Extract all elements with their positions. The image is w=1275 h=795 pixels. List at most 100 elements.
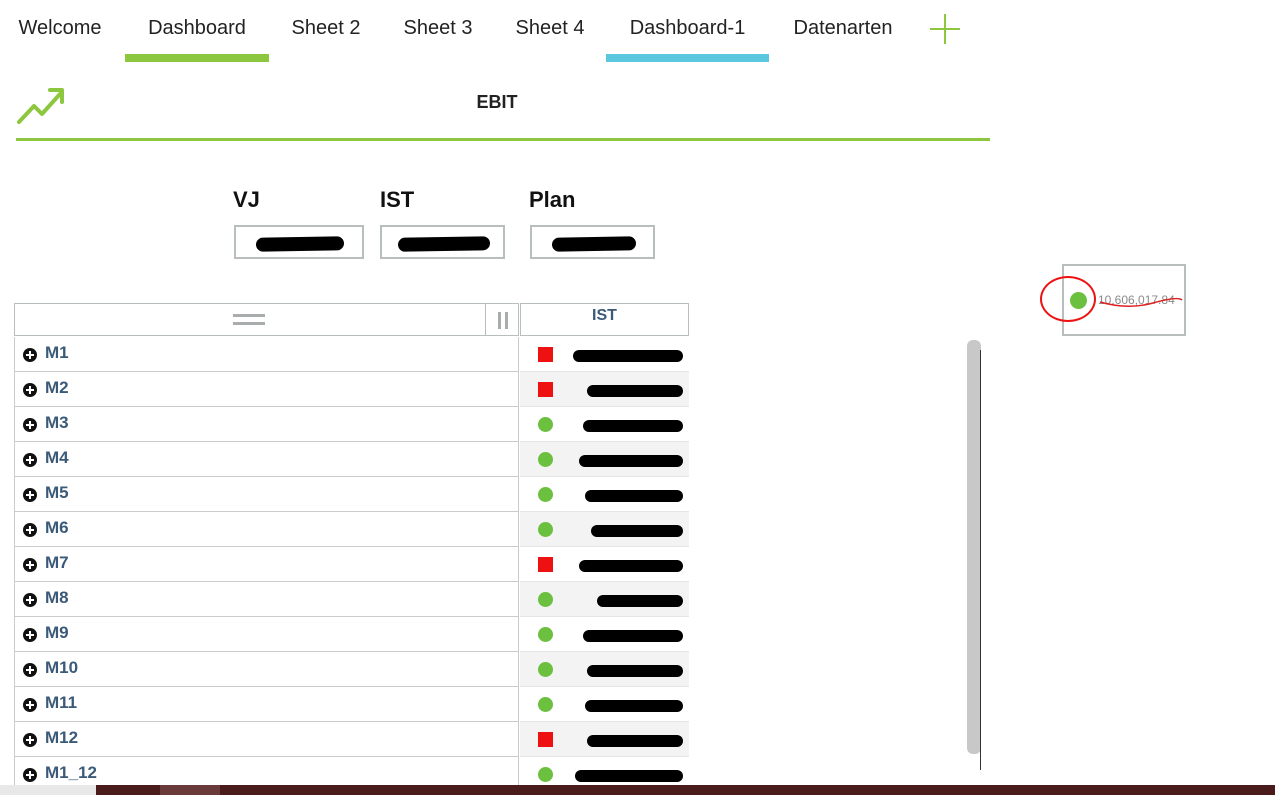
table-row[interactable]: M1 [14, 337, 690, 372]
kpi-plan-label: Plan [529, 187, 576, 212]
expand-icon[interactable] [23, 418, 37, 432]
annotation-circle [1040, 276, 1096, 322]
row-label-cell: M3 [14, 407, 519, 442]
row-label[interactable]: M11 [45, 693, 77, 713]
expand-icon[interactable] [23, 733, 37, 747]
table-row[interactable]: M2 [14, 372, 690, 407]
ist-value-cell [520, 722, 689, 757]
redaction-mark [585, 490, 683, 502]
tab-sheet-2[interactable]: Sheet 2 [286, 14, 366, 62]
expand-icon[interactable] [23, 453, 37, 467]
expand-icon[interactable] [23, 663, 37, 677]
status-green-icon [538, 767, 553, 782]
row-label[interactable]: M1_12 [45, 763, 97, 783]
kpi-plan-value [530, 225, 655, 259]
status-green-icon [538, 522, 553, 537]
active-tab-indicator [125, 54, 269, 62]
expand-icon[interactable] [23, 768, 37, 782]
row-label[interactable]: M4 [45, 448, 69, 468]
redaction-mark [591, 525, 683, 537]
row-label[interactable]: M10 [45, 658, 78, 678]
row-label[interactable]: M1 [45, 343, 69, 363]
strike-mark [1099, 297, 1183, 307]
row-label[interactable]: M3 [45, 413, 69, 433]
redaction-mark [587, 665, 683, 677]
tab-welcome[interactable]: Welcome [14, 14, 106, 62]
ist-value-cell [520, 407, 689, 442]
status-green-icon [538, 487, 553, 502]
status-green-icon [538, 697, 553, 712]
row-label[interactable]: M9 [45, 623, 69, 643]
table-row[interactable]: M9 [14, 617, 690, 652]
row-label[interactable]: M5 [45, 483, 69, 503]
ist-value-cell [520, 442, 689, 477]
table-row[interactable]: M12 [14, 722, 690, 757]
row-label[interactable]: M6 [45, 518, 69, 538]
ist-value-cell [520, 582, 689, 617]
expand-icon[interactable] [23, 628, 37, 642]
expand-icon[interactable] [23, 698, 37, 712]
redaction-mark [587, 735, 683, 747]
ist-value-cell [520, 337, 689, 372]
tab-datenarten[interactable]: Datenarten [786, 14, 900, 62]
row-label-cell: M5 [14, 477, 519, 512]
vertical-scrollbar[interactable] [967, 340, 981, 754]
kpi-vj-value [234, 225, 364, 259]
tab-sheet-3[interactable]: Sheet 3 [398, 14, 478, 62]
tab-label: Sheet 3 [403, 17, 473, 39]
ist-value-cell [520, 617, 689, 652]
tab-label: Welcome [18, 17, 102, 39]
page-title: EBIT [476, 92, 518, 112]
bottom-taskbar [0, 785, 1275, 795]
expand-icon[interactable] [23, 488, 37, 502]
tab-bar: Welcome Dashboard Sheet 2 Sheet 3 Sheet … [0, 0, 1000, 62]
tab-dashboard[interactable]: Dashboard [125, 14, 269, 62]
row-label-cell: M4 [14, 442, 519, 477]
row-label[interactable]: M12 [45, 728, 78, 748]
table-row[interactable]: M7 [14, 547, 690, 582]
table-header-dimension [14, 303, 519, 336]
table-row[interactable]: M6 [14, 512, 690, 547]
expand-icon[interactable] [23, 348, 37, 362]
table-row[interactable]: M4 [14, 442, 690, 477]
menu-icon[interactable] [233, 314, 265, 326]
expand-icon[interactable] [23, 523, 37, 537]
ist-value-cell [520, 477, 689, 512]
redaction-mark [597, 595, 683, 607]
expand-icon[interactable] [23, 383, 37, 397]
ist-value-cell [520, 372, 689, 407]
row-label-cell: M9 [14, 617, 519, 652]
row-label[interactable]: M7 [45, 553, 69, 573]
row-label-cell: M11 [14, 687, 519, 722]
table-row[interactable]: M5 [14, 477, 690, 512]
table-row[interactable]: M10 [14, 652, 690, 687]
table-row[interactable]: M3 [14, 407, 690, 442]
kpi-ist-value [380, 225, 505, 259]
row-label[interactable]: M8 [45, 588, 69, 608]
expand-icon[interactable] [23, 593, 37, 607]
column-resize-handle[interactable] [485, 304, 520, 335]
ist-value-cell [520, 512, 689, 547]
redaction-mark [585, 700, 683, 712]
add-tab-icon[interactable] [928, 12, 962, 46]
status-red-icon [538, 557, 553, 572]
trend-up-icon [17, 88, 64, 124]
redaction-mark [587, 385, 683, 397]
table-row[interactable]: M11 [14, 687, 690, 722]
taskbar-segment [160, 785, 220, 795]
redaction-mark [583, 420, 683, 432]
tab-sheet-4[interactable]: Sheet 4 [510, 14, 590, 62]
status-green-icon [538, 627, 553, 642]
expand-icon[interactable] [23, 558, 37, 572]
status-green-icon [538, 452, 553, 467]
column-header-ist[interactable]: IST [520, 303, 689, 336]
redaction-mark [255, 236, 345, 252]
ist-value-cell [520, 687, 689, 722]
ist-value-cell [520, 547, 689, 582]
table-row[interactable]: M8 [14, 582, 690, 617]
ist-value-cell [520, 652, 689, 687]
redaction-mark [397, 236, 491, 252]
tab-dashboard-1[interactable]: Dashboard-1 [606, 14, 769, 62]
redaction-mark [579, 455, 683, 467]
row-label[interactable]: M2 [45, 378, 69, 398]
